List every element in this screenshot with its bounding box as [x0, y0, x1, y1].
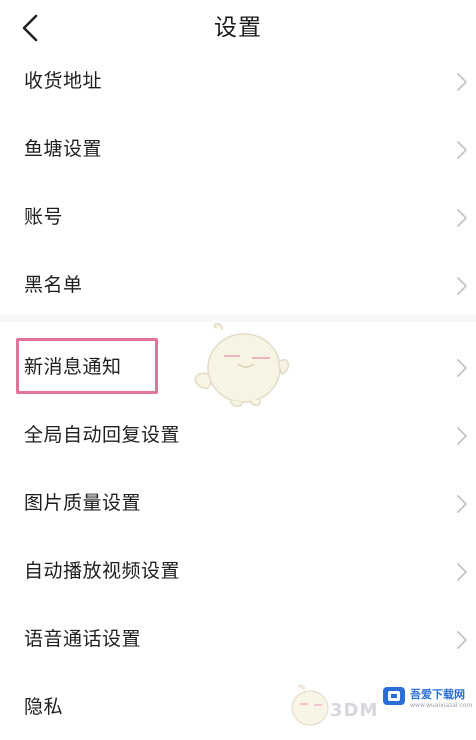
settings-row-autoplay-video[interactable]: 自动播放视频设置 [0, 538, 476, 604]
site-logo-name: 吾爱下载网 [410, 688, 465, 701]
chevron-right-icon [454, 490, 470, 518]
settings-row-image-quality[interactable]: 图片质量设置 [0, 470, 476, 536]
settings-group-1: 收货地址 鱼塘设置 账号 黑名单 [0, 48, 476, 320]
chevron-right-icon [454, 68, 470, 96]
row-label: 收货地址 [24, 70, 103, 92]
site-logo: 吾爱下载网 www.wuaixiazai.com [382, 684, 472, 720]
settings-row-account[interactable]: 账号 [0, 184, 476, 250]
settings-row-pond-settings[interactable]: 鱼塘设置 [0, 116, 476, 182]
row-label: 语音通话设置 [24, 628, 142, 650]
settings-row-shipping-address[interactable]: 收货地址 [0, 48, 476, 114]
chevron-right-icon [454, 354, 470, 382]
settings-row-blacklist[interactable]: 黑名单 [0, 252, 476, 318]
watermark-3dm: 3DM [330, 700, 379, 721]
row-label: 黑名单 [24, 274, 83, 296]
row-label: 图片质量设置 [24, 492, 142, 514]
row-label: 鱼塘设置 [24, 138, 103, 160]
site-logo-url: www.wuaixiazai.com [410, 702, 473, 709]
chevron-right-icon [454, 626, 470, 654]
chevron-right-icon [454, 558, 470, 586]
row-label: 账号 [24, 206, 64, 228]
chevron-right-icon [454, 136, 470, 164]
site-logo-icon [383, 687, 405, 705]
chevron-right-icon [454, 422, 470, 450]
highlight-box [16, 338, 158, 394]
page-title: 设置 [214, 15, 262, 41]
settings-row-voice-call[interactable]: 语音通话设置 [0, 606, 476, 672]
mascot-watermark-icon [194, 323, 290, 407]
mascot-small-watermark-icon [291, 684, 329, 726]
row-label: 隐私 [24, 696, 64, 718]
row-label: 全局自动回复设置 [24, 424, 181, 446]
row-label: 自动播放视频设置 [24, 560, 181, 582]
settings-row-global-auto-reply[interactable]: 全局自动回复设置 [0, 402, 476, 468]
chevron-right-icon [454, 204, 470, 232]
chevron-right-icon [454, 272, 470, 300]
